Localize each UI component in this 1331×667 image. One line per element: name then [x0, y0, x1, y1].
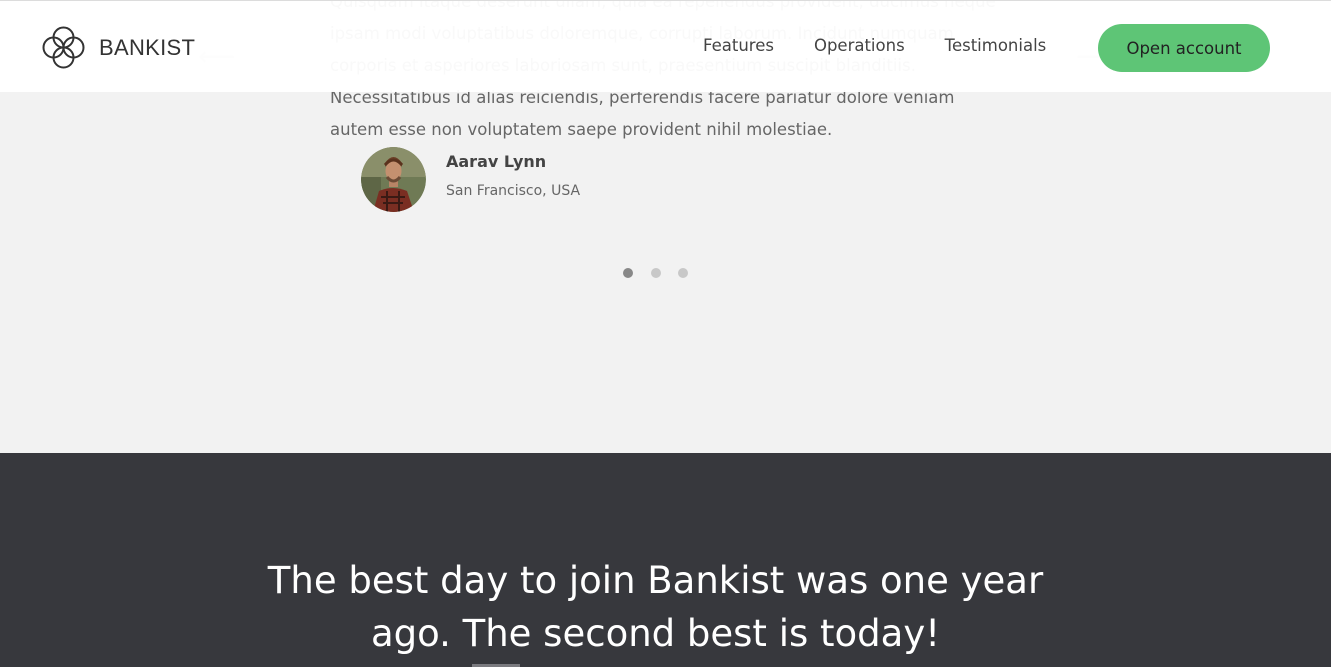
- main-nav: Features Operations Testimonials: [703, 36, 1086, 55]
- slider-dots: [623, 268, 706, 278]
- author-text: Aarav Lynn San Francisco, USA: [446, 152, 581, 199]
- open-account-button[interactable]: Open account: [1098, 24, 1270, 72]
- nav-link-operations[interactable]: Operations: [814, 36, 905, 55]
- signup-section: The best day to join Bankist was one yea…: [0, 453, 1331, 667]
- page: Quisquam itaque deserunt ullam, quia ea …: [0, 0, 1331, 667]
- slider-dot-1[interactable]: [623, 268, 633, 278]
- nav-link-testimonials[interactable]: Testimonials: [945, 36, 1047, 55]
- slider-dot-2[interactable]: [650, 268, 661, 278]
- user-avatar: [361, 147, 426, 212]
- slider-dot-3[interactable]: [678, 268, 688, 278]
- author-location: San Francisco, USA: [446, 183, 581, 199]
- testimonial-author: Aarav Lynn San Francisco, USA: [361, 147, 580, 212]
- bankist-logo-icon: [42, 26, 85, 69]
- avatar: [361, 147, 426, 212]
- nav-link-features[interactable]: Features: [703, 36, 774, 55]
- signup-title: The best day to join Bankist was one yea…: [267, 559, 1044, 655]
- logo[interactable]: BANKIST: [40, 24, 195, 71]
- logo-text: BANKIST: [99, 34, 196, 60]
- author-name: Aarav Lynn: [446, 152, 547, 171]
- site-header: BANKIST Features Operations Testimonials…: [0, 0, 1331, 92]
